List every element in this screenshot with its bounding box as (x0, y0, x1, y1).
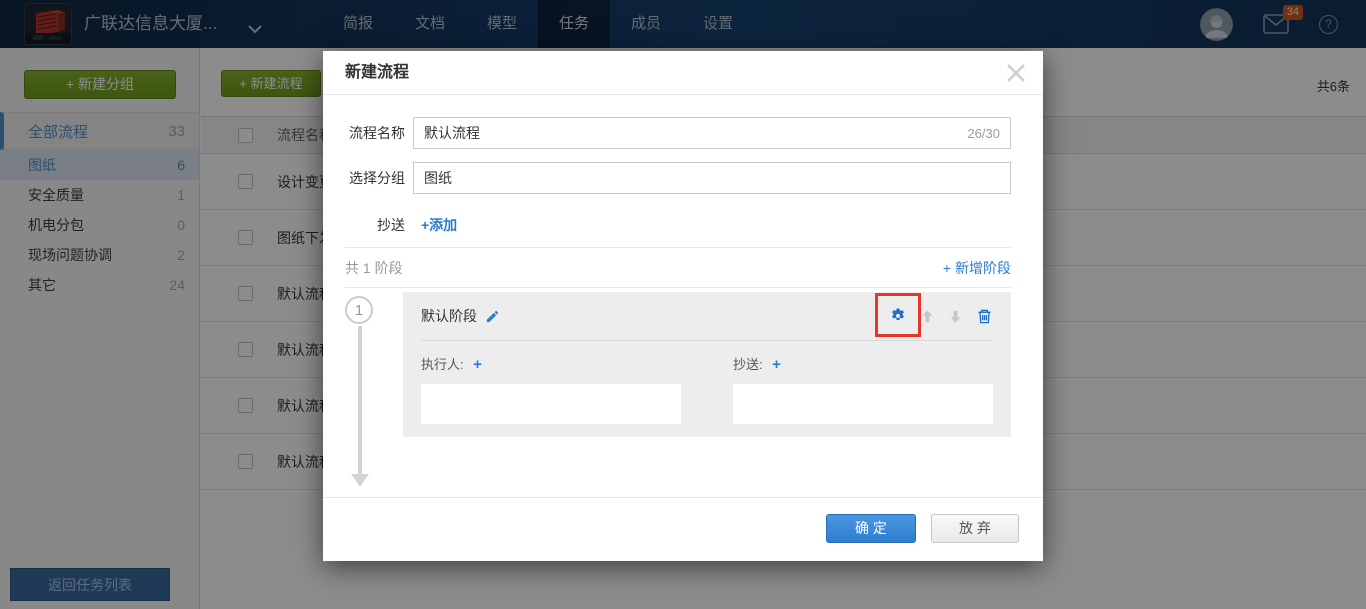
divider (345, 247, 1011, 248)
cc-label: 抄送 (345, 214, 405, 236)
move-stage-up-icon[interactable] (920, 309, 935, 324)
executor-label: 执行人: (421, 357, 464, 372)
stage-name: 默认阶段 (421, 306, 477, 326)
char-counter: 26/30 (967, 126, 1000, 141)
divider (345, 287, 1011, 288)
new-flow-modal: 新建流程 流程名称 默认流程 26/30 选择分组 图纸 抄送 +添加 共 1 … (323, 51, 1043, 561)
stage-timeline-line (358, 326, 362, 474)
add-stage-link[interactable]: + 新增阶段 (943, 257, 1011, 279)
group-select-input[interactable]: 图纸 (413, 162, 1011, 194)
stage-settings-gear-icon[interactable] (889, 307, 907, 325)
modal-header: 新建流程 (323, 51, 1043, 95)
stage-card-actions (889, 307, 993, 325)
stage-summary-bar: 共 1 阶段 + 新增阶段 (345, 249, 1011, 287)
cc-add-link[interactable]: +添加 (421, 214, 457, 236)
cc-row: 抄送 +添加 (345, 214, 1011, 236)
edit-stage-name-icon[interactable] (485, 309, 500, 324)
flow-name-row: 流程名称 默认流程 26/30 (345, 117, 1011, 149)
stage-summary: 共 1 阶段 (345, 258, 403, 278)
add-executor-icon[interactable]: + (473, 356, 482, 373)
stage-timeline-arrow-icon (351, 474, 369, 487)
stage-card-body: 执行人: + 抄送: + (403, 341, 1011, 424)
stage-card: 默认阶段 (403, 292, 1011, 437)
stage-cc-label: 抄送: (733, 357, 763, 372)
page: 广联达信息大厦... 简报文档模型任务成员设置 34 (0, 0, 1366, 609)
add-cc-icon[interactable]: + (772, 356, 781, 373)
modal-title: 新建流程 (345, 64, 409, 81)
modal-footer: 确 定 放 弃 (323, 498, 1043, 561)
stage-card-header: 默认阶段 (403, 292, 1011, 340)
flow-name-input[interactable]: 默认流程 26/30 (413, 117, 1011, 149)
executor-box[interactable] (421, 384, 681, 424)
group-select-row: 选择分组 图纸 (345, 162, 1011, 194)
confirm-button[interactable]: 确 定 (826, 514, 916, 543)
group-select-value: 图纸 (424, 168, 1000, 188)
close-icon[interactable] (1005, 62, 1027, 84)
move-stage-down-icon[interactable] (948, 309, 963, 324)
stage-number-badge: 1 (345, 296, 373, 324)
flow-name-label: 流程名称 (345, 117, 405, 149)
stage-cc-column: 抄送: + (733, 354, 993, 424)
flow-name-value: 默认流程 (424, 123, 967, 143)
delete-stage-trash-icon[interactable] (976, 308, 993, 325)
stage-region: 1 默认阶段 (345, 292, 1011, 497)
executor-column: 执行人: + (421, 354, 681, 424)
group-select-label: 选择分组 (345, 162, 405, 194)
cancel-button[interactable]: 放 弃 (931, 514, 1019, 543)
stage-cc-box[interactable] (733, 384, 993, 424)
